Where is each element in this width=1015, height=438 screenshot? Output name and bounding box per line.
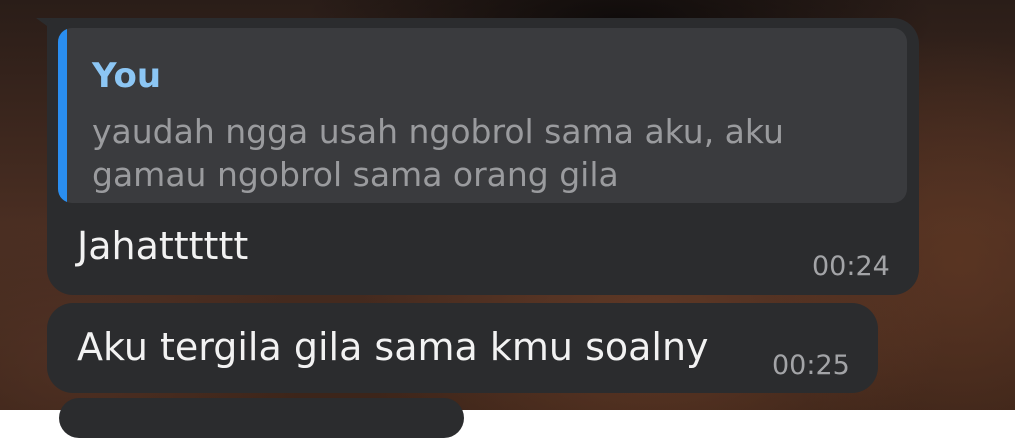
- reply-author: You: [92, 56, 162, 96]
- reply-quote[interactable]: You yaudah ngga usah ngobrol sama aku, a…: [58, 28, 907, 203]
- reply-accent-bar: [58, 28, 67, 203]
- message-text: Aku tergila gila sama kmu soalny: [77, 325, 709, 369]
- message-text: Jahatttttt: [77, 224, 249, 268]
- message-bubble-partial[interactable]: [59, 398, 464, 438]
- reply-text: yaudah ngga usah ngobrol sama aku, aku g…: [92, 112, 784, 194]
- message-time: 00:24: [812, 251, 890, 282]
- message-bubble[interactable]: Aku tergila gila sama kmu soalny 00:25: [47, 303, 878, 393]
- message-bubble[interactable]: You yaudah ngga usah ngobrol sama aku, a…: [47, 18, 919, 295]
- message-time: 00:25: [772, 350, 850, 381]
